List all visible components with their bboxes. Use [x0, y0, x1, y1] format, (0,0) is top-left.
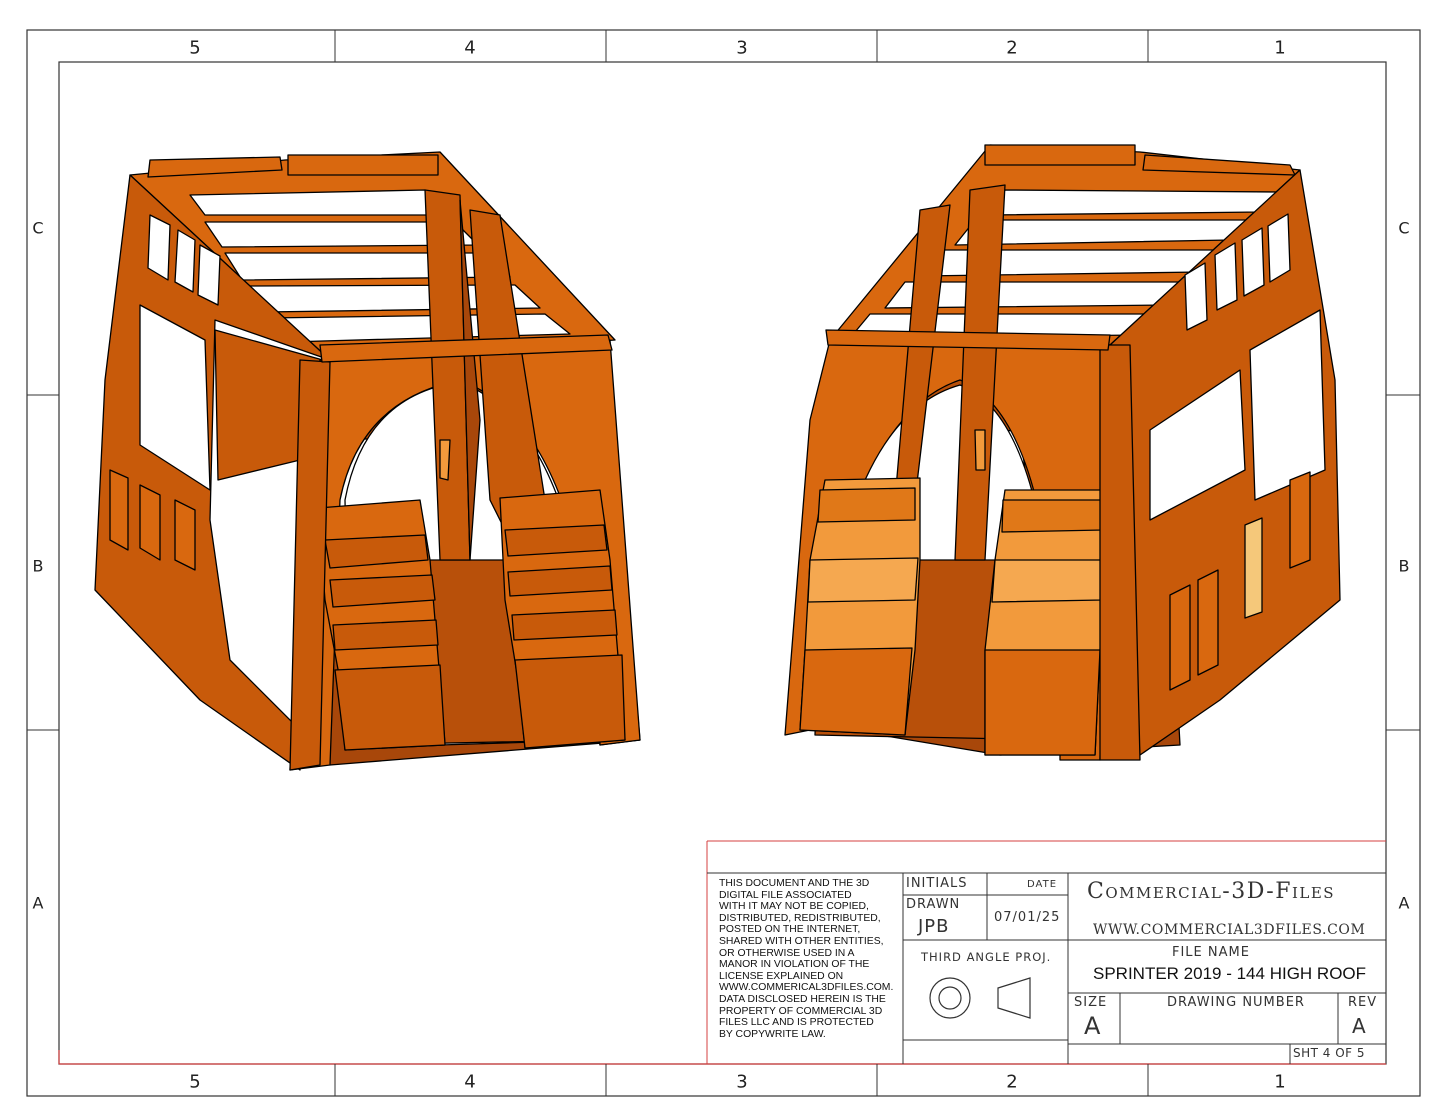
zone-col-3-bottom: 3	[736, 1071, 748, 1093]
legal-notice: THIS DOCUMENT AND THE 3D DIGITAL FILE AS…	[719, 878, 901, 1040]
van-interior-right-iso	[784, 144, 1341, 761]
file-name-label: FILE NAME	[1172, 945, 1250, 960]
company-name: Commercial-3D-Files	[1087, 879, 1336, 904]
legal-line: MANOR IN VIOLATION OF THE	[719, 959, 870, 971]
zone-row-c-left: C	[32, 218, 44, 238]
zone-col-4-top: 4	[464, 37, 476, 59]
drawn-date-value: 07/01/25	[994, 910, 1061, 925]
third-angle-projection-icon	[929, 977, 1031, 1019]
legal-line: DATA DISCLOSED HEREIN IS THE	[719, 993, 886, 1005]
zone-col-4-bottom: 4	[464, 1071, 476, 1093]
zone-row-b-right: B	[1398, 556, 1410, 576]
file-name-value: SPRINTER 2019 - 144 HIGH ROOF	[1093, 964, 1367, 983]
legal-line: BY COPYWRITE LAW.	[719, 1028, 826, 1040]
drawing-number-label: DRAWING NUMBER	[1167, 995, 1305, 1010]
sheet-number: SHT 4 OF 5	[1293, 1046, 1366, 1060]
zone-col-1-top: 1	[1274, 37, 1286, 59]
legal-line: DIGITAL FILE ASSOCIATED	[719, 889, 852, 901]
rev-value: A	[1352, 1014, 1367, 1038]
size-value: A	[1084, 1012, 1102, 1040]
legal-line: SHARED WITH OTHER ENTITIES,	[719, 935, 884, 947]
zone-col-3-top: 3	[736, 37, 748, 59]
zone-row-a-right: A	[1398, 893, 1410, 913]
initials-label: INITIALS	[906, 876, 968, 891]
projection-label: THIRD ANGLE PROJ.	[921, 950, 1052, 964]
legal-line: WITH IT MAY NOT BE COPIED,	[719, 901, 869, 913]
legal-line: PROPERTY OF COMMERCIAL 3D	[719, 1005, 883, 1017]
zone-row-b-left: B	[32, 556, 44, 576]
drawn-by-value: JPB	[918, 916, 950, 937]
zone-col-1-bottom: 1	[1274, 1071, 1286, 1093]
legal-line: POSTED ON THE INTERNET,	[719, 924, 861, 936]
size-label: SIZE	[1074, 995, 1108, 1010]
date-label: DATE	[1027, 879, 1058, 890]
zone-row-a-left: A	[32, 893, 44, 913]
zone-col-5-bottom: 5	[189, 1071, 201, 1093]
company-website: www.commercial3dfiles.com	[1093, 922, 1366, 938]
van-interior-left-iso	[94, 151, 641, 771]
drawn-label: DRAWN	[906, 897, 961, 912]
legal-line: LICENSE EXPLAINED ON	[719, 970, 844, 982]
rev-label: REV	[1348, 995, 1378, 1010]
legal-line: WWW.COMMERICAL3DFILES.COM.	[719, 982, 894, 994]
legal-line: OR OTHERWISE USED IN A	[719, 947, 855, 959]
zone-col-5-top: 5	[189, 37, 201, 59]
zone-col-2-top: 2	[1006, 37, 1018, 59]
zone-col-2-bottom: 2	[1006, 1071, 1018, 1093]
legal-line: THIS DOCUMENT AND THE 3D	[719, 878, 870, 889]
legal-line: DISTRIBUTED, REDISTRIBUTED,	[719, 912, 881, 924]
legal-line: FILES LLC AND IS PROTECTED	[719, 1017, 874, 1029]
zone-row-c-right: C	[1398, 218, 1410, 238]
